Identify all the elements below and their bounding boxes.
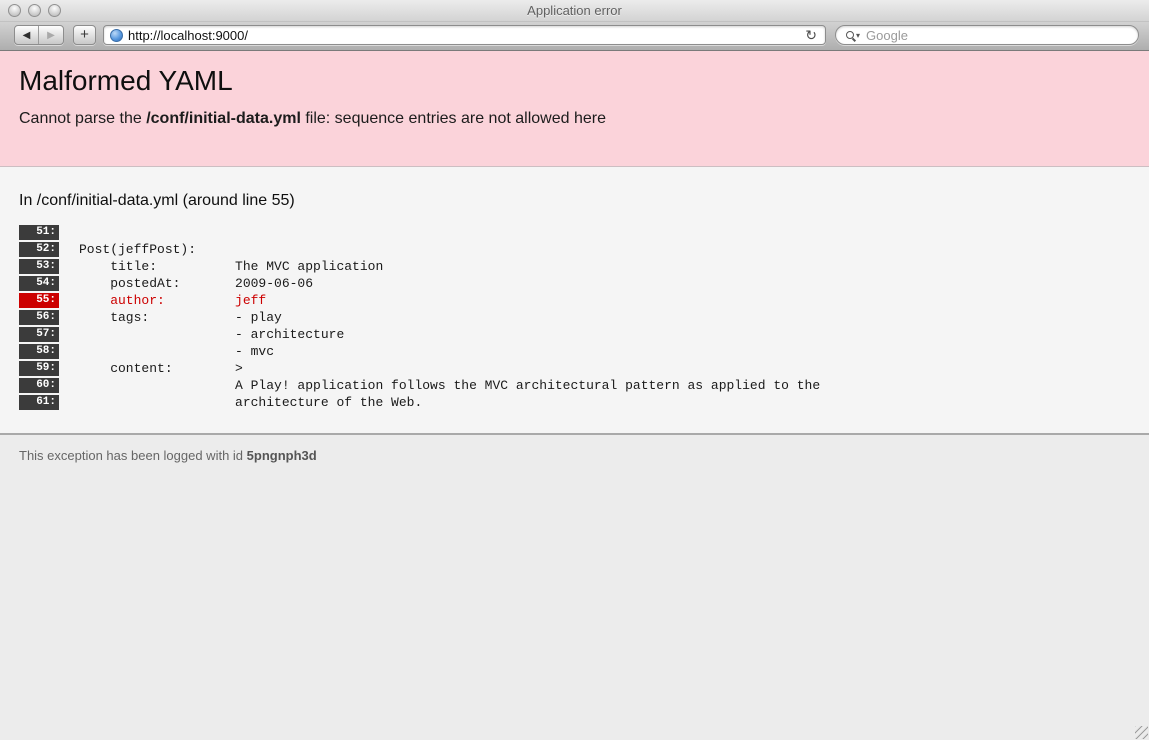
reload-icon[interactable]: ↻: [803, 27, 819, 44]
line-code: author: jeff: [79, 292, 266, 309]
code-line: 56: tags: - play: [19, 309, 1129, 326]
globe-favicon-icon: [110, 29, 123, 42]
line-code: title: The MVC application: [79, 258, 383, 275]
exception-footer: This exception has been logged with id 5…: [0, 433, 1149, 740]
code-line: 54: postedAt: 2009-06-06: [19, 275, 1129, 292]
line-code: postedAt: 2009-06-06: [79, 275, 313, 292]
code-line: 59: content: >: [19, 360, 1129, 377]
line-number-badge: 56:: [19, 310, 59, 325]
code-line: 55: author: jeff: [19, 292, 1129, 309]
line-number-badge: 54:: [19, 276, 59, 291]
line-number-badge: 57:: [19, 327, 59, 342]
code-listing: 51:52:Post(jeffPost):53: title: The MVC …: [19, 224, 1129, 411]
close-window-button[interactable]: [8, 4, 21, 17]
back-button[interactable]: ◀: [15, 26, 39, 44]
error-file-path: /conf/initial-data.yml: [146, 110, 301, 127]
source-section: In /conf/initial-data.yml (around line 5…: [0, 167, 1149, 433]
line-code: architecture of the Web.: [79, 394, 422, 411]
error-description: Cannot parse the /conf/initial-data.yml …: [19, 110, 1129, 128]
line-number-badge: 51:: [19, 225, 59, 240]
address-bar-url[interactable]: http://localhost:9000/: [128, 28, 803, 43]
line-code: A Play! application follows the MVC arch…: [79, 377, 820, 394]
line-number-badge: 58:: [19, 344, 59, 359]
error-description-prefix: Cannot parse the: [19, 110, 146, 127]
browser-window: Application error ◀ ▶ + http://localhost…: [0, 0, 1149, 740]
code-line: 52: Post(jeffPost):: [19, 241, 1129, 258]
search-icon: [846, 31, 854, 39]
browser-toolbar: ◀ ▶ + http://localhost:9000/ ↻ ▾ Google: [0, 22, 1149, 51]
search-dropdown-caret-icon[interactable]: ▾: [856, 31, 860, 40]
code-line: 58: - mvc: [19, 343, 1129, 360]
code-line: 53: title: The MVC application: [19, 258, 1129, 275]
line-code: tags: - play: [79, 309, 282, 326]
new-tab-button[interactable]: +: [73, 25, 96, 45]
error-description-suffix: file: sequence entries are not allowed h…: [301, 110, 606, 127]
code-line: 61: architecture of the Web.: [19, 394, 1129, 411]
error-banner: Malformed YAML Cannot parse the /conf/in…: [0, 51, 1149, 167]
address-bar[interactable]: http://localhost:9000/ ↻: [103, 25, 826, 45]
code-line: 60: A Play! application follows the MVC …: [19, 377, 1129, 394]
line-code: Post(jeffPost):: [79, 241, 196, 258]
line-code: content: >: [79, 360, 243, 377]
back-arrow-icon: ◀: [23, 30, 31, 41]
nav-buttons: ◀ ▶: [14, 25, 64, 45]
line-number-badge: 53:: [19, 259, 59, 274]
titlebar: Application error: [0, 0, 1149, 22]
line-number-badge: 59:: [19, 361, 59, 376]
line-number-badge: 60:: [19, 378, 59, 393]
line-number-badge: 55:: [19, 293, 59, 308]
forward-arrow-icon: ▶: [47, 30, 55, 41]
exception-log-text: This exception has been logged with id 5…: [19, 448, 1129, 463]
window-title: Application error: [0, 3, 1149, 18]
search-placeholder-text: Google: [866, 28, 908, 43]
code-line: 57: - architecture: [19, 326, 1129, 343]
code-line: 51:: [19, 224, 1129, 241]
traffic-lights: [8, 4, 61, 17]
resize-grip-icon[interactable]: [1135, 726, 1148, 739]
forward-button[interactable]: ▶: [39, 26, 63, 44]
line-number-badge: 52:: [19, 242, 59, 257]
zoom-window-button[interactable]: [48, 4, 61, 17]
minimize-window-button[interactable]: [28, 4, 41, 17]
source-heading: In /conf/initial-data.yml (around line 5…: [19, 192, 1129, 210]
exception-log-prefix: This exception has been logged with id: [19, 448, 247, 463]
search-field[interactable]: ▾ Google: [835, 25, 1139, 45]
page-content: Malformed YAML Cannot parse the /conf/in…: [0, 51, 1149, 740]
line-code: - mvc: [79, 343, 274, 360]
error-title: Malformed YAML: [19, 64, 1129, 98]
line-code: - architecture: [79, 326, 344, 343]
line-number-badge: 61:: [19, 395, 59, 410]
exception-log-id: 5pngnph3d: [247, 448, 317, 463]
